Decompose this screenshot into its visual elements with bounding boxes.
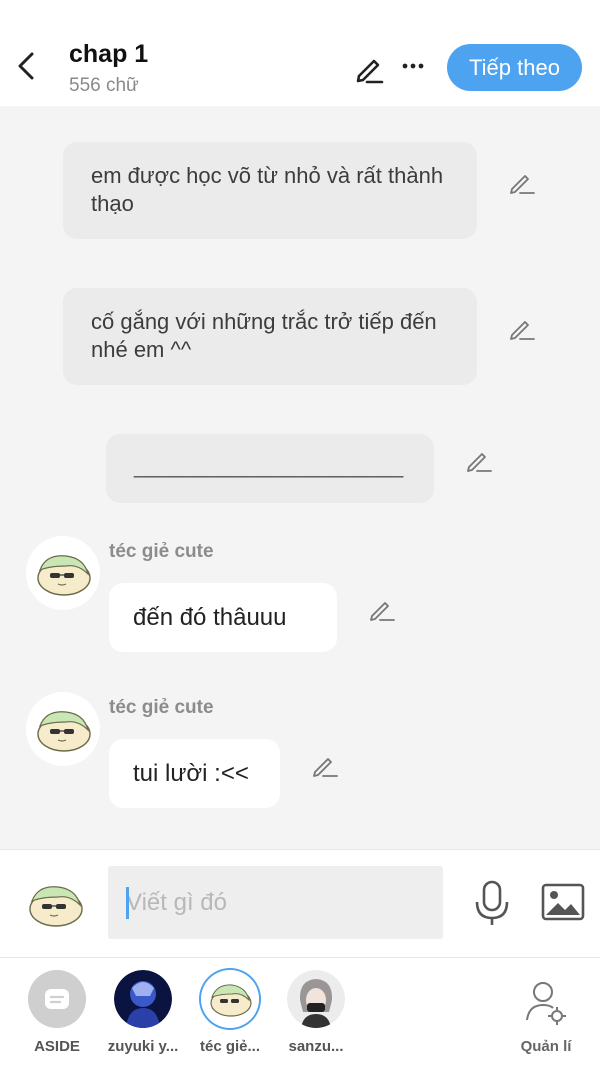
- character-sanzu[interactable]: sanzu...: [271, 970, 361, 1055]
- character-name: ASIDE: [34, 1038, 80, 1055]
- sender-name: téc giẻ cute: [109, 697, 214, 718]
- chat-bubble[interactable]: tui lười :<<: [109, 739, 280, 808]
- message-input[interactable]: [108, 866, 443, 939]
- manage-characters-button[interactable]: Quản lí: [510, 980, 582, 1055]
- chat-bubble[interactable]: đến đó thâuuu: [109, 583, 337, 652]
- user-settings-icon: [524, 980, 568, 1026]
- zuyuki-avatar: [114, 970, 172, 1028]
- chapter-title: chap 1: [69, 40, 149, 68]
- character-name: sanzu...: [288, 1038, 344, 1055]
- edit-message-icon[interactable]: [507, 313, 537, 343]
- word-count: 556 chữ: [69, 75, 139, 96]
- sender-name: téc giẻ cute: [109, 541, 214, 562]
- sanzu-avatar: [287, 970, 345, 1028]
- narration-message[interactable]: cố gắng với những trắc trở tiếp đến nhé …: [63, 288, 477, 385]
- microphone-icon[interactable]: [472, 878, 512, 928]
- character-name: téc giẻ...: [199, 1038, 261, 1055]
- edit-message-icon[interactable]: [367, 594, 397, 624]
- character-zuyuki[interactable]: zuyuki y...: [98, 970, 188, 1055]
- aside-avatar: [28, 970, 86, 1028]
- character-tec-gie[interactable]: téc giẻ...: [185, 970, 275, 1055]
- edit-message-icon[interactable]: [464, 445, 494, 475]
- character-bar: ASIDE zuyuki y... téc giẻ... sanzu... Qu…: [0, 957, 600, 1067]
- tec-gie-avatar: [201, 970, 259, 1028]
- character-avatar[interactable]: [26, 692, 100, 766]
- character-aside[interactable]: ASIDE: [12, 970, 102, 1055]
- more-options-icon[interactable]: [398, 52, 428, 80]
- edit-message-icon[interactable]: [310, 750, 340, 780]
- edit-title-icon[interactable]: [352, 51, 386, 85]
- narration-message[interactable]: em được học võ từ nhỏ và rất thành thạo: [63, 142, 477, 239]
- character-avatar[interactable]: [26, 536, 100, 610]
- edit-message-icon[interactable]: [507, 167, 537, 197]
- next-button[interactable]: Tiếp theo: [447, 44, 582, 91]
- text-caret: [126, 887, 129, 919]
- top-bar: chap 1 556 chữ Tiếp theo: [0, 0, 600, 106]
- back-icon[interactable]: [12, 48, 42, 84]
- current-character-avatar[interactable]: [18, 867, 92, 941]
- manage-label: Quản lí: [520, 1038, 572, 1055]
- narration-message[interactable]: ______________________: [106, 434, 434, 503]
- image-icon[interactable]: [540, 882, 586, 922]
- message-composer: [0, 849, 600, 957]
- character-name: zuyuki y...: [107, 1038, 179, 1055]
